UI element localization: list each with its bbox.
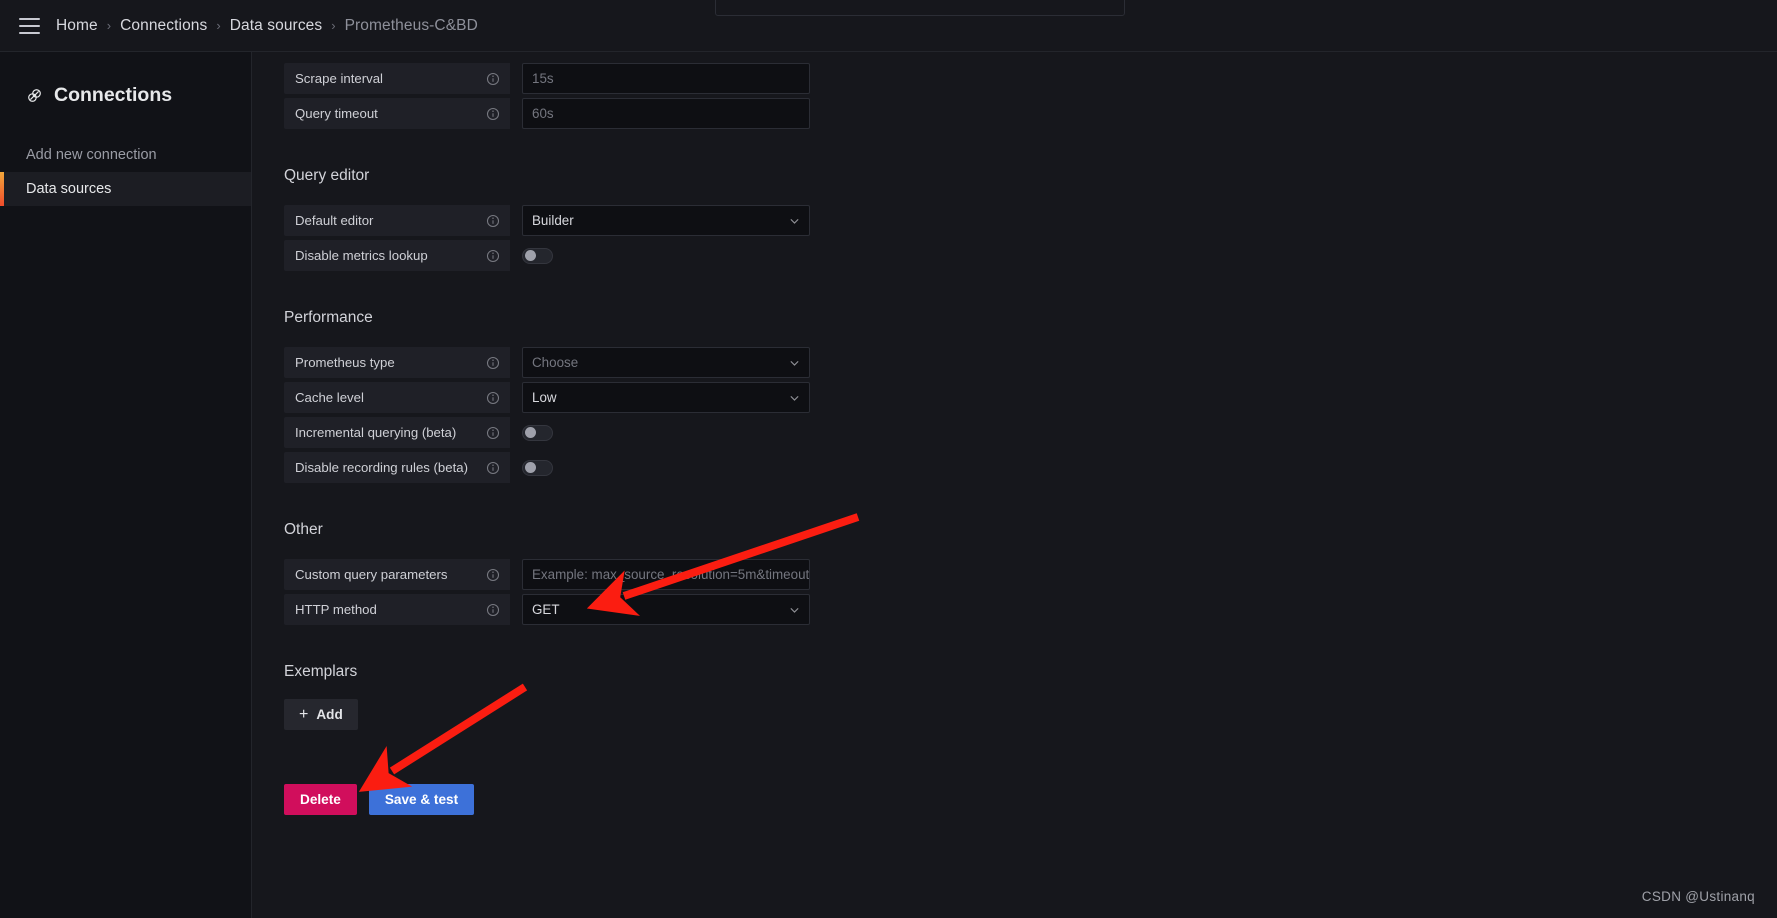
connections-icon <box>26 87 43 104</box>
info-icon[interactable] <box>486 356 500 370</box>
form-row-custom-query-parameters: Custom query parameters Example: max_sou… <box>284 559 1777 590</box>
form-row-disable-metrics-lookup: Disable metrics lookup <box>284 240 1777 271</box>
info-icon[interactable] <box>486 107 500 121</box>
info-icon[interactable] <box>486 249 500 263</box>
chevron-down-icon <box>788 391 801 404</box>
form-row-cache-level: Cache level Low <box>284 382 1777 413</box>
select-placeholder: Choose <box>532 355 579 370</box>
form-row-prometheus-type: Prometheus type Choose <box>284 347 1777 378</box>
label-text: HTTP method <box>295 602 377 617</box>
label-query-timeout: Query timeout <box>284 98 510 129</box>
input-query-timeout[interactable]: 60s <box>522 98 810 129</box>
sidebar-item-add-new-connection[interactable]: Add new connection <box>0 138 251 172</box>
top-bar: Home › Connections › Data sources › Prom… <box>0 0 1777 52</box>
sidebar-item-label: Add new connection <box>26 147 157 163</box>
sidebar-title-label: Connections <box>54 83 173 106</box>
label-incremental-querying: Incremental querying (beta) <box>284 417 510 448</box>
label-http-method: HTTP method <box>284 594 510 625</box>
select-value: Low <box>532 390 557 405</box>
toggle-disable-recording-rules[interactable] <box>522 459 553 476</box>
breadcrumb-item-data-sources[interactable]: Data sources <box>230 17 323 35</box>
section-title-exemplars: Exemplars <box>284 663 358 680</box>
label-default-editor: Default editor <box>284 205 510 236</box>
sidebar-title: Connections <box>0 78 251 112</box>
label-disable-recording-rules: Disable recording rules (beta) <box>284 452 510 483</box>
label-disable-metrics-lookup: Disable metrics lookup <box>284 240 510 271</box>
label-text: Scrape interval <box>295 71 383 86</box>
breadcrumb: Home › Connections › Data sources › Prom… <box>56 17 478 35</box>
breadcrumb-item-current: Prometheus-C&BD <box>344 16 478 34</box>
form-actions: Delete Save & test <box>284 784 1777 815</box>
label-scrape-interval: Scrape interval <box>284 63 510 94</box>
info-icon[interactable] <box>486 461 500 475</box>
watermark: CSDN @Ustinanq <box>1641 889 1755 904</box>
label-custom-query-parameters: Custom query parameters <box>284 559 510 590</box>
form-row-incremental-querying: Incremental querying (beta) <box>284 417 1777 448</box>
breadcrumb-separator-icon: › <box>331 18 336 33</box>
section-title-query-editor: Query editor <box>284 167 370 184</box>
sidebar: Connections Add new connection Data sour… <box>0 52 252 918</box>
label-text: Disable metrics lookup <box>295 248 428 263</box>
form-row-query-timeout: Query timeout 60s <box>284 98 1777 129</box>
label-text: Prometheus type <box>295 355 395 370</box>
form-row-http-method: HTTP method GET <box>284 594 1777 625</box>
main-content: Interval behaviour Scrape interval 15s Q… <box>252 52 1777 918</box>
add-exemplar-label: Add <box>316 707 343 722</box>
toggle-disable-metrics-lookup[interactable] <box>522 247 553 264</box>
section-title-performance: Performance <box>284 309 373 326</box>
datasource-settings-form: Interval behaviour Scrape interval 15s Q… <box>252 52 1777 815</box>
label-prometheus-type: Prometheus type <box>284 347 510 378</box>
label-text: Default editor <box>295 213 374 228</box>
toggle-cell <box>522 240 553 271</box>
label-text: Query timeout <box>295 106 378 121</box>
label-text: Cache level <box>295 390 364 405</box>
input-scrape-interval[interactable]: 15s <box>522 63 810 94</box>
chevron-down-icon <box>788 356 801 369</box>
input-custom-query-parameters[interactable]: Example: max_source_resolution=5m&timeou… <box>522 559 810 590</box>
breadcrumb-separator-icon: › <box>106 18 112 33</box>
form-row-disable-recording-rules: Disable recording rules (beta) <box>284 452 1777 483</box>
breadcrumb-item-connections[interactable]: Connections <box>120 17 207 35</box>
form-row-scrape-interval: Scrape interval 15s <box>284 63 1777 94</box>
info-icon[interactable] <box>486 72 500 86</box>
label-text: Custom query parameters <box>295 567 448 582</box>
toggle-cell <box>522 452 553 483</box>
toggle-incremental-querying[interactable] <box>522 424 553 441</box>
label-cache-level: Cache level <box>284 382 510 413</box>
select-value: GET <box>532 602 560 617</box>
delete-button[interactable]: Delete <box>284 784 357 815</box>
sidebar-item-label: Data sources <box>26 181 112 197</box>
chevron-down-icon <box>788 214 801 227</box>
add-exemplar-button[interactable]: + Add <box>284 699 358 730</box>
section-title-interval-behaviour: Interval behaviour <box>284 52 407 54</box>
form-row-default-editor: Default editor Builder <box>284 205 1777 236</box>
label-text: Incremental querying (beta) <box>295 425 457 440</box>
sidebar-nav: Add new connection Data sources <box>0 138 251 206</box>
select-http-method[interactable]: GET <box>522 594 810 625</box>
label-text: Disable recording rules (beta) <box>295 460 468 475</box>
select-prometheus-type[interactable]: Choose <box>522 347 810 378</box>
breadcrumb-item-home[interactable]: Home <box>56 17 98 35</box>
select-default-editor[interactable]: Builder <box>522 205 810 236</box>
info-icon[interactable] <box>486 603 500 617</box>
hamburger-menu-icon[interactable] <box>14 11 44 41</box>
select-cache-level[interactable]: Low <box>522 382 810 413</box>
section-title-other: Other <box>284 521 323 538</box>
info-icon[interactable] <box>486 391 500 405</box>
select-value: Builder <box>532 213 574 228</box>
breadcrumb-separator-icon: › <box>216 18 221 33</box>
info-icon[interactable] <box>486 426 500 440</box>
chevron-down-icon <box>788 603 801 616</box>
save-and-test-button[interactable]: Save & test <box>368 784 475 815</box>
info-icon[interactable] <box>486 214 500 228</box>
search-input[interactable] <box>715 0 1125 16</box>
toggle-cell <box>522 417 553 448</box>
sidebar-item-data-sources[interactable]: Data sources <box>0 172 251 206</box>
info-icon[interactable] <box>486 568 500 582</box>
plus-icon: + <box>299 705 309 723</box>
